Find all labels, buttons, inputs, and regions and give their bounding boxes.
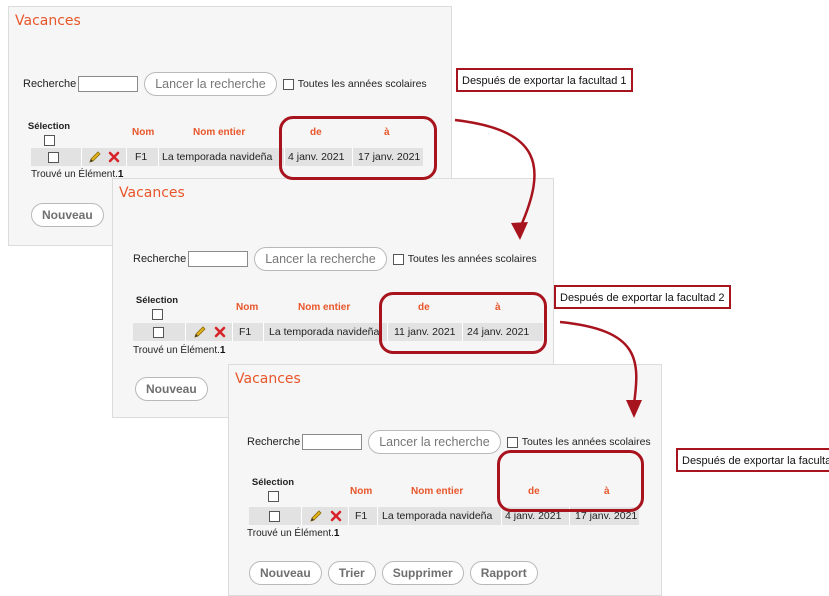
annotation-note-1: Después de exportar la facultad 1	[456, 68, 633, 92]
annotation-note-2: Después de exportar la facultad 2	[554, 285, 731, 309]
annotation-note-3: Después de exportar la facultad 1	[676, 448, 829, 472]
